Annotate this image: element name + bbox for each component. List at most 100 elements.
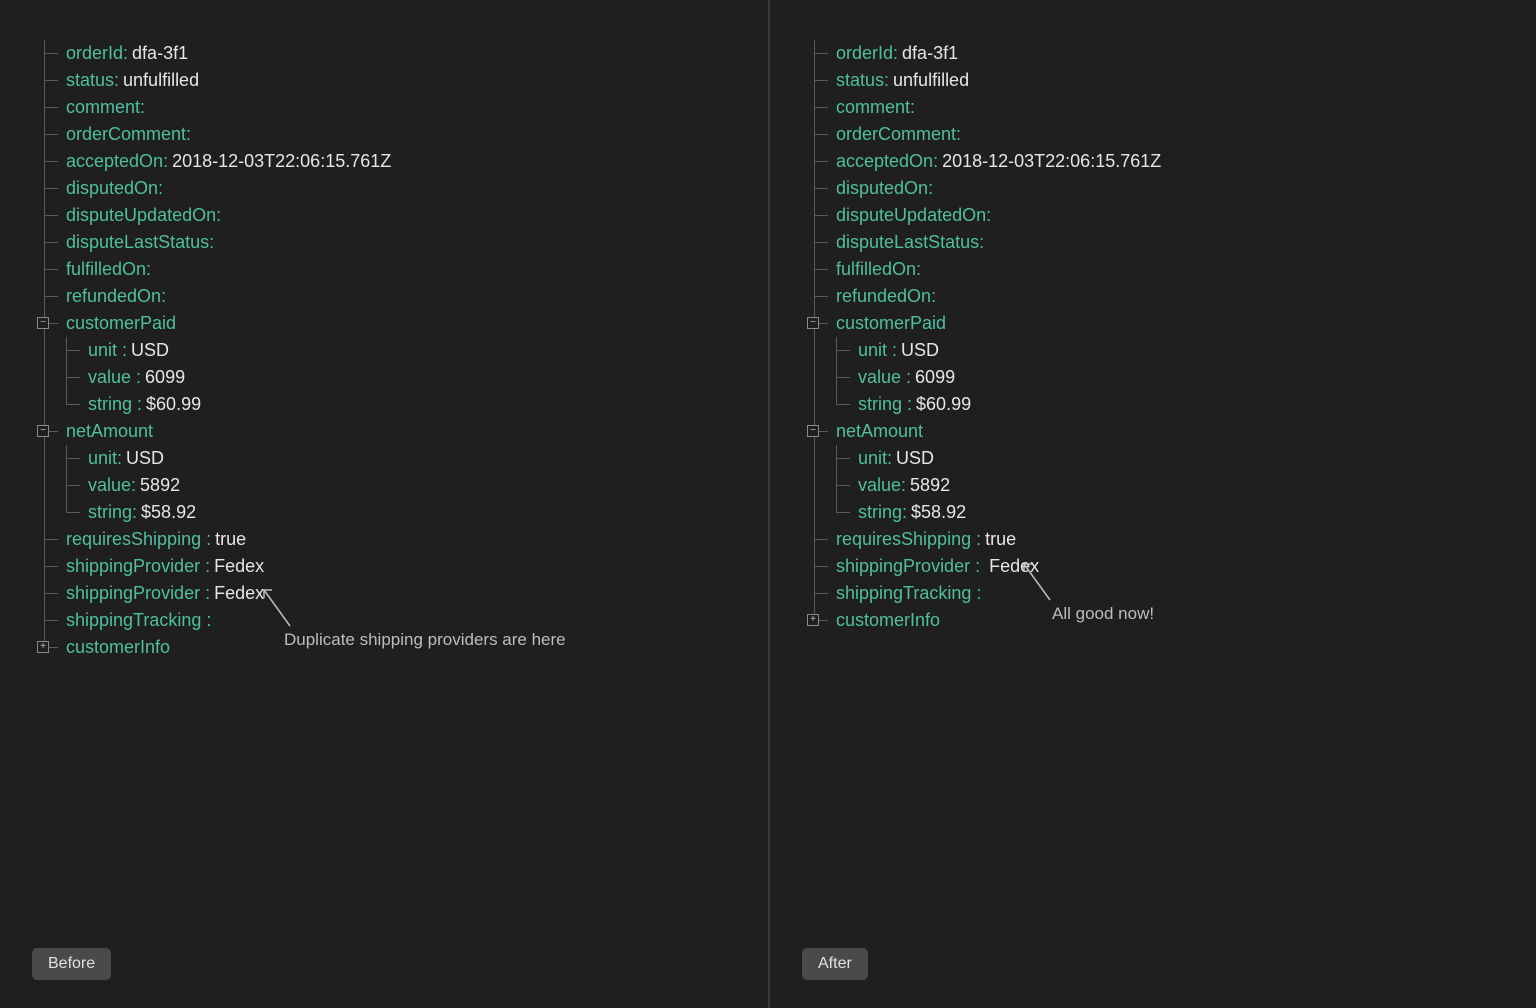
tree-value: $58.92: [141, 502, 196, 522]
tree-key: fulfilledOn:: [836, 259, 921, 279]
tree-key: unit:: [858, 448, 892, 468]
tree-node: string :$60.99: [836, 391, 1516, 418]
tree-value: 6099: [915, 367, 955, 387]
json-tree-after: orderId:dfa-3f1status:unfulfilledcomment…: [814, 40, 1516, 634]
tree-value: USD: [126, 448, 164, 468]
tree-key: fulfilledOn:: [66, 259, 151, 279]
tree-key: disputedOn:: [836, 178, 933, 198]
tree-value: Fedex: [214, 556, 264, 576]
tree-key: shippingProvider :: [66, 556, 210, 576]
tree-node: value:5892: [66, 472, 748, 499]
tree-key: status:: [836, 70, 889, 90]
tree-key: requiresShipping :: [66, 529, 211, 549]
tree-value: 2018-12-03T22:06:15.761Z: [942, 151, 1161, 171]
tree-key: string:: [88, 502, 137, 522]
tree-node: disputedOn:: [814, 175, 1516, 202]
tree-node: string :$60.99: [66, 391, 748, 418]
tree-key: requiresShipping :: [836, 529, 981, 549]
tree-key: customerInfo: [66, 637, 170, 657]
tree-value: dfa-3f1: [902, 43, 958, 63]
tree-node: disputeLastStatus:: [44, 229, 748, 256]
annotation-text: All good now!: [1052, 604, 1154, 624]
tree-key: unit:: [88, 448, 122, 468]
tree-node: customerPaid: [814, 310, 1516, 337]
tree-node: status:unfulfilled: [44, 67, 748, 94]
tree-node: value:5892: [836, 472, 1516, 499]
tree-node: acceptedOn:2018-12-03T22:06:15.761Z: [44, 148, 748, 175]
tree-children: unit:USDvalue:5892string:$58.92: [66, 445, 748, 526]
tree-key: disputeUpdatedOn:: [836, 205, 991, 225]
annotation-text: Duplicate shipping providers are here: [284, 630, 566, 650]
tree-node: shippingProvider :Fedex: [44, 580, 748, 607]
tree-node: status:unfulfilled: [814, 67, 1516, 94]
expand-icon[interactable]: [37, 641, 49, 653]
tree-value: $58.92: [911, 502, 966, 522]
tree-key: shippingProvider :: [836, 556, 980, 576]
tree-value: unfulfilled: [123, 70, 199, 90]
tree-children: unit :USDvalue :6099string :$60.99: [66, 337, 748, 418]
tree-key: value:: [88, 475, 136, 495]
before-panel: orderId:dfa-3f1status:unfulfilledcomment…: [0, 0, 768, 1008]
tree-node: unit:USD: [66, 445, 748, 472]
tree-node: orderId:dfa-3f1: [814, 40, 1516, 67]
collapse-icon[interactable]: [807, 425, 819, 437]
tree-node: shippingTracking :: [814, 580, 1516, 607]
tree-key: comment:: [836, 97, 915, 117]
tree-key: orderId:: [836, 43, 898, 63]
tree-node: fulfilledOn:: [44, 256, 748, 283]
tree-key: string :: [88, 394, 142, 414]
tree-key: shippingTracking :: [66, 610, 211, 630]
tree-key: disputeLastStatus:: [66, 232, 214, 252]
tree-key: string :: [858, 394, 912, 414]
tree-key: orderComment:: [66, 124, 191, 144]
tree-node: disputedOn:: [44, 175, 748, 202]
tree-key: customerInfo: [836, 610, 940, 630]
tree-node: refundedOn:: [814, 283, 1516, 310]
tree-value: unfulfilled: [893, 70, 969, 90]
tree-node: customerInfo: [814, 607, 1516, 634]
collapse-icon[interactable]: [37, 425, 49, 437]
tree-key: disputedOn:: [66, 178, 163, 198]
tree-key: customerPaid: [66, 313, 176, 333]
tree-key: refundedOn:: [836, 286, 936, 306]
tree-value: true: [215, 529, 246, 549]
comparison-split: orderId:dfa-3f1status:unfulfilledcomment…: [0, 0, 1536, 1008]
tree-node: disputeUpdatedOn:: [44, 202, 748, 229]
tree-value: true: [985, 529, 1016, 549]
tree-value: 5892: [140, 475, 180, 495]
tree-value: 2018-12-03T22:06:15.761Z: [172, 151, 391, 171]
collapse-icon[interactable]: [37, 317, 49, 329]
tree-key: string:: [858, 502, 907, 522]
tree-key: orderId:: [66, 43, 128, 63]
tree-children: unit :USDvalue :6099string :$60.99: [836, 337, 1516, 418]
tree-key: unit :: [858, 340, 897, 360]
tree-node: orderId:dfa-3f1: [44, 40, 748, 67]
tree-node: shippingProvider :Fedex: [44, 553, 748, 580]
tree-node: shippingProvider : Fedex: [814, 553, 1516, 580]
tree-key: netAmount: [836, 421, 923, 441]
tree-value: $60.99: [146, 394, 201, 414]
tree-node: requiresShipping :true: [814, 526, 1516, 553]
tree-key: refundedOn:: [66, 286, 166, 306]
tree-key: netAmount: [66, 421, 153, 441]
tree-node: string:$58.92: [836, 499, 1516, 526]
tree-key: customerPaid: [836, 313, 946, 333]
collapse-icon[interactable]: [807, 317, 819, 329]
tree-node: string:$58.92: [66, 499, 748, 526]
tree-key: acceptedOn:: [66, 151, 168, 171]
tree-node: value :6099: [836, 364, 1516, 391]
tree-key: value :: [858, 367, 911, 387]
tree-key: unit :: [88, 340, 127, 360]
tree-key: shippingTracking :: [836, 583, 981, 603]
tree-value: 5892: [910, 475, 950, 495]
annotation-arrow-icon: [262, 588, 263, 589]
tree-node: unit:USD: [836, 445, 1516, 472]
expand-icon[interactable]: [807, 614, 819, 626]
tree-key: disputeLastStatus:: [836, 232, 984, 252]
tree-value: $60.99: [916, 394, 971, 414]
tree-children: unit:USDvalue:5892string:$58.92: [836, 445, 1516, 526]
tree-key: value :: [88, 367, 141, 387]
tree-node: unit :USD: [836, 337, 1516, 364]
annotation-arrow-icon: [1022, 562, 1023, 563]
tree-key: disputeUpdatedOn:: [66, 205, 221, 225]
